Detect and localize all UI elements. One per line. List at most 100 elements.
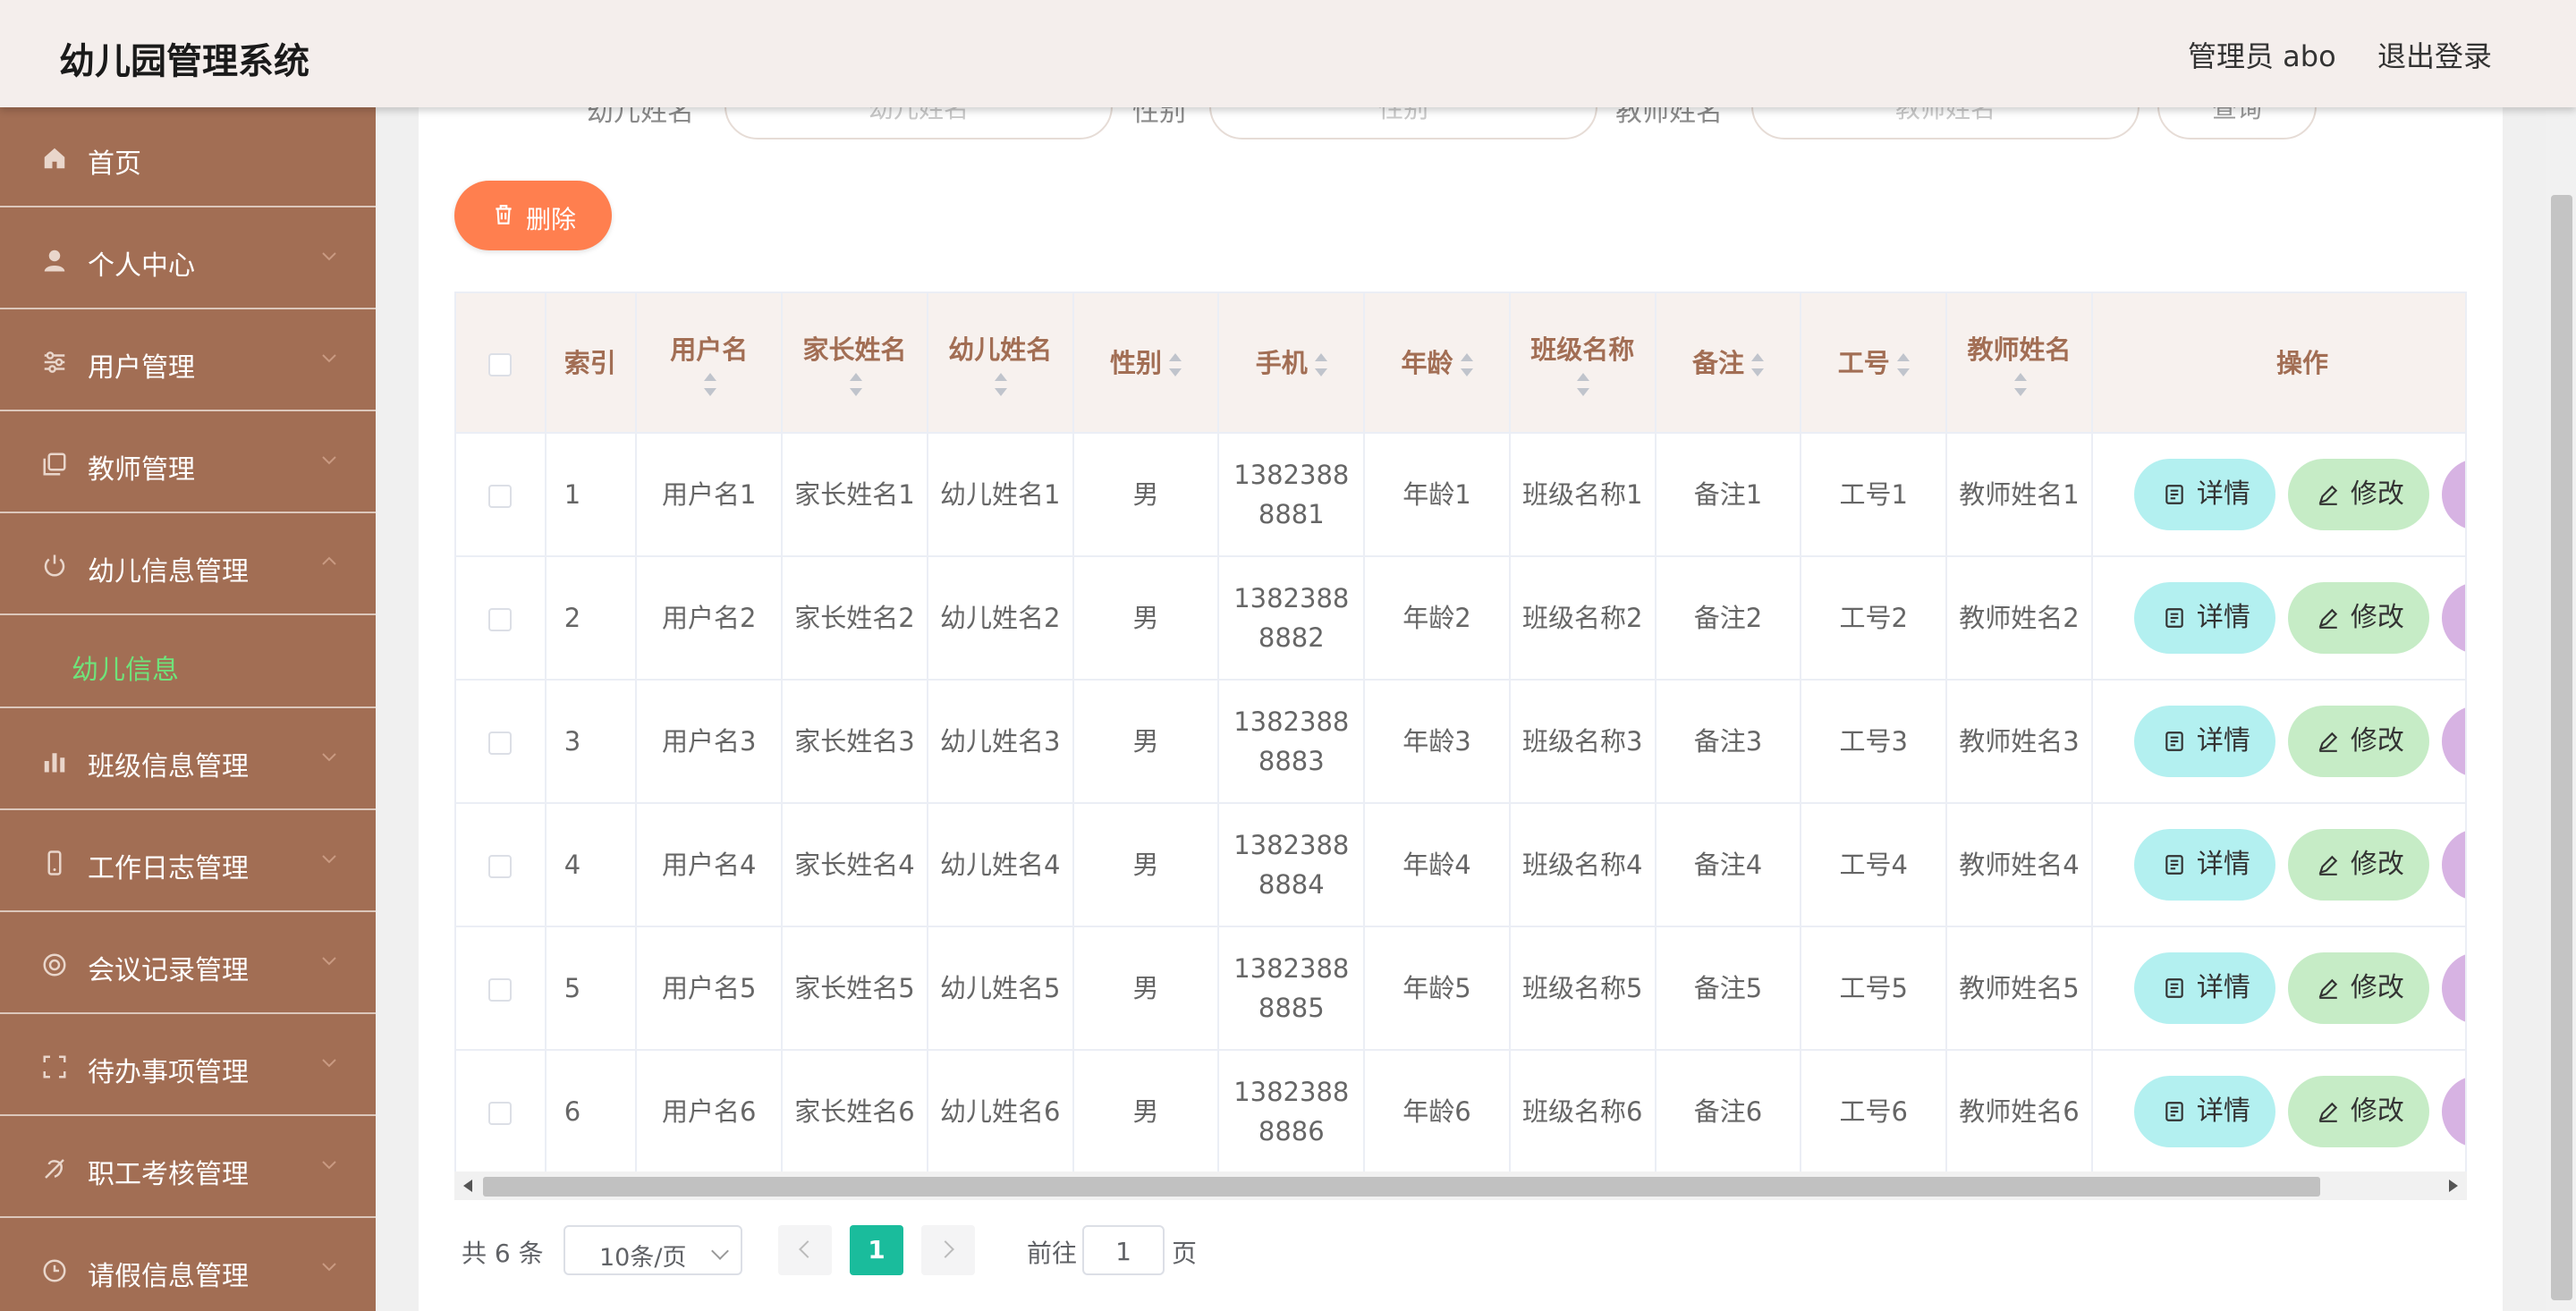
sort-icon[interactable] — [1459, 352, 1473, 376]
sidebar-item-work-log[interactable]: 工作日志管理 — [0, 812, 376, 912]
edit-button[interactable]: 修改 — [2287, 1076, 2429, 1147]
column-header-phone[interactable]: 手机 — [1218, 293, 1366, 434]
detail-button[interactable]: 详情 — [2133, 1076, 2275, 1147]
row-delete-button[interactable] — [2441, 459, 2465, 530]
data-table: 索引 用户名 家长姓名 幼儿姓名 性别 手机 年龄 班级名称 备注 工号 教师姓… — [454, 292, 2467, 1200]
column-header-username[interactable]: 用户名 — [636, 293, 784, 434]
row-delete-button[interactable] — [2441, 829, 2465, 901]
sidebar-item-leave-info[interactable]: 请假信息管理 — [0, 1220, 376, 1311]
page-size-select[interactable]: 10条/页 — [564, 1225, 742, 1275]
cell-class: 班级名称6 — [1509, 1050, 1657, 1174]
document-icon — [2165, 978, 2183, 998]
detail-button[interactable]: 详情 — [2133, 706, 2275, 777]
logout-button[interactable]: 退出登录 — [2377, 34, 2492, 75]
sort-icon[interactable] — [1750, 352, 1765, 376]
cell-gender: 男 — [1072, 1050, 1220, 1174]
bar-chart-icon — [44, 753, 65, 773]
sort-icon[interactable] — [1167, 352, 1182, 376]
sort-icon[interactable] — [1575, 372, 1590, 396]
row-checkbox[interactable] — [488, 855, 513, 878]
chevron-down-icon — [322, 957, 336, 966]
column-header-label: 年龄 — [1401, 347, 1453, 378]
sidebar-item-users[interactable]: 用户管理 — [0, 311, 376, 411]
goto-page-input[interactable]: 1 — [1082, 1225, 1165, 1275]
page-vertical-scrollbar[interactable] — [2546, 107, 2576, 1311]
table-horizontal-scrollbar[interactable] — [454, 1171, 2467, 1200]
sort-icon[interactable] — [1895, 352, 1910, 376]
cell-actions: 详情 修改 — [2091, 1050, 2465, 1174]
scrollbar-thumb[interactable] — [483, 1177, 2320, 1197]
sort-icon[interactable] — [993, 372, 1008, 396]
sort-icon[interactable] — [702, 372, 716, 396]
sidebar-item-teachers[interactable]: 教师管理 — [0, 413, 376, 513]
column-header-child[interactable]: 幼儿姓名 — [927, 293, 1074, 434]
sort-icon[interactable] — [848, 372, 862, 396]
cell-index: 4 — [545, 803, 638, 927]
cell-child: 幼儿姓名1 — [927, 433, 1074, 557]
chevron-down-icon — [322, 1161, 336, 1170]
copy-icon — [43, 453, 66, 476]
detail-button[interactable]: 详情 — [2133, 829, 2275, 901]
cell-username: 用户名5 — [636, 926, 784, 1051]
sidebar-subitem-child-info[interactable]: 幼儿信息 — [0, 617, 376, 708]
scroll-left-icon[interactable] — [463, 1180, 472, 1192]
row-select-cell — [456, 556, 547, 681]
detail-button[interactable]: 详情 — [2133, 952, 2275, 1024]
column-header-parent[interactable]: 家长姓名 — [782, 293, 928, 434]
column-header-age[interactable]: 年龄 — [1364, 293, 1511, 434]
next-page-button[interactable] — [921, 1225, 975, 1275]
sidebar-item-child-info[interactable]: 幼儿信息管理 — [0, 515, 376, 615]
cell-gender: 男 — [1072, 556, 1220, 681]
page-size-value: 10条/页 — [599, 1244, 687, 1272]
column-header-note[interactable]: 备注 — [1655, 293, 1802, 434]
detail-button[interactable]: 详情 — [2133, 459, 2275, 530]
row-checkbox[interactable] — [488, 485, 513, 508]
sort-icon[interactable] — [2012, 372, 2027, 396]
sidebar-item-home[interactable]: 首页 — [0, 107, 376, 207]
detail-button[interactable]: 详情 — [2133, 582, 2275, 654]
sliders-icon — [44, 351, 65, 373]
edit-button[interactable]: 修改 — [2287, 829, 2429, 901]
edit-button[interactable]: 修改 — [2287, 706, 2429, 777]
scrollbar-thumb[interactable] — [2551, 195, 2572, 1300]
row-delete-button[interactable] — [2441, 582, 2465, 654]
cell-job-no: 工号3 — [1801, 680, 1948, 804]
row-checkbox[interactable] — [488, 732, 513, 755]
edit-button[interactable]: 修改 — [2287, 582, 2429, 654]
sidebar-item-staff-review[interactable]: 职工考核管理 — [0, 1118, 376, 1218]
cell-parent: 家长姓名5 — [782, 926, 928, 1051]
power-icon — [44, 554, 65, 577]
row-delete-button[interactable] — [2441, 706, 2465, 777]
pagination-total: 共 6 条 — [462, 1239, 544, 1268]
row-checkbox[interactable] — [488, 978, 513, 1002]
column-header-label: 用户名 — [670, 334, 749, 365]
edit-button[interactable]: 修改 — [2287, 952, 2429, 1024]
column-header-label: 教师姓名 — [1967, 334, 2072, 365]
pencil-icon — [2318, 978, 2338, 999]
sidebar-item-class-info[interactable]: 班级信息管理 — [0, 710, 376, 810]
batch-delete-button[interactable]: 删除 — [454, 181, 612, 250]
cell-index: 6 — [545, 1050, 638, 1174]
table-row: 2 用户名2 家长姓名2 幼儿姓名2 男 13823888882 年龄2 班级名… — [456, 556, 2465, 681]
column-header-teacher[interactable]: 教师姓名 — [1946, 293, 2093, 434]
chevron-down-icon — [322, 1059, 336, 1068]
sidebar-item-todo[interactable]: 待办事项管理 — [0, 1016, 376, 1116]
column-header-gender[interactable]: 性别 — [1072, 293, 1220, 434]
row-delete-button[interactable] — [2441, 1076, 2465, 1147]
sidebar-item-meeting-records[interactable]: 会议记录管理 — [0, 914, 376, 1014]
edit-button-label: 修改 — [2350, 478, 2404, 510]
edit-button[interactable]: 修改 — [2287, 459, 2429, 530]
row-checkbox[interactable] — [488, 608, 513, 631]
prev-page-button[interactable] — [778, 1225, 832, 1275]
page-number-current[interactable]: 1 — [850, 1225, 903, 1275]
select-all-checkbox[interactable] — [488, 352, 513, 376]
row-checkbox[interactable] — [488, 1102, 513, 1125]
scroll-right-icon[interactable] — [2449, 1180, 2458, 1192]
top-header: 幼儿园管理系统 管理员 abo 退出登录 — [0, 0, 2576, 107]
sidebar-item-personal[interactable]: 个人中心 — [0, 209, 376, 309]
sort-icon[interactable] — [1313, 352, 1327, 376]
column-header-job-no[interactable]: 工号 — [1801, 293, 1948, 434]
column-header-class[interactable]: 班级名称 — [1509, 293, 1657, 434]
goto-suffix: 页 — [1172, 1239, 1198, 1268]
row-delete-button[interactable] — [2441, 952, 2465, 1024]
